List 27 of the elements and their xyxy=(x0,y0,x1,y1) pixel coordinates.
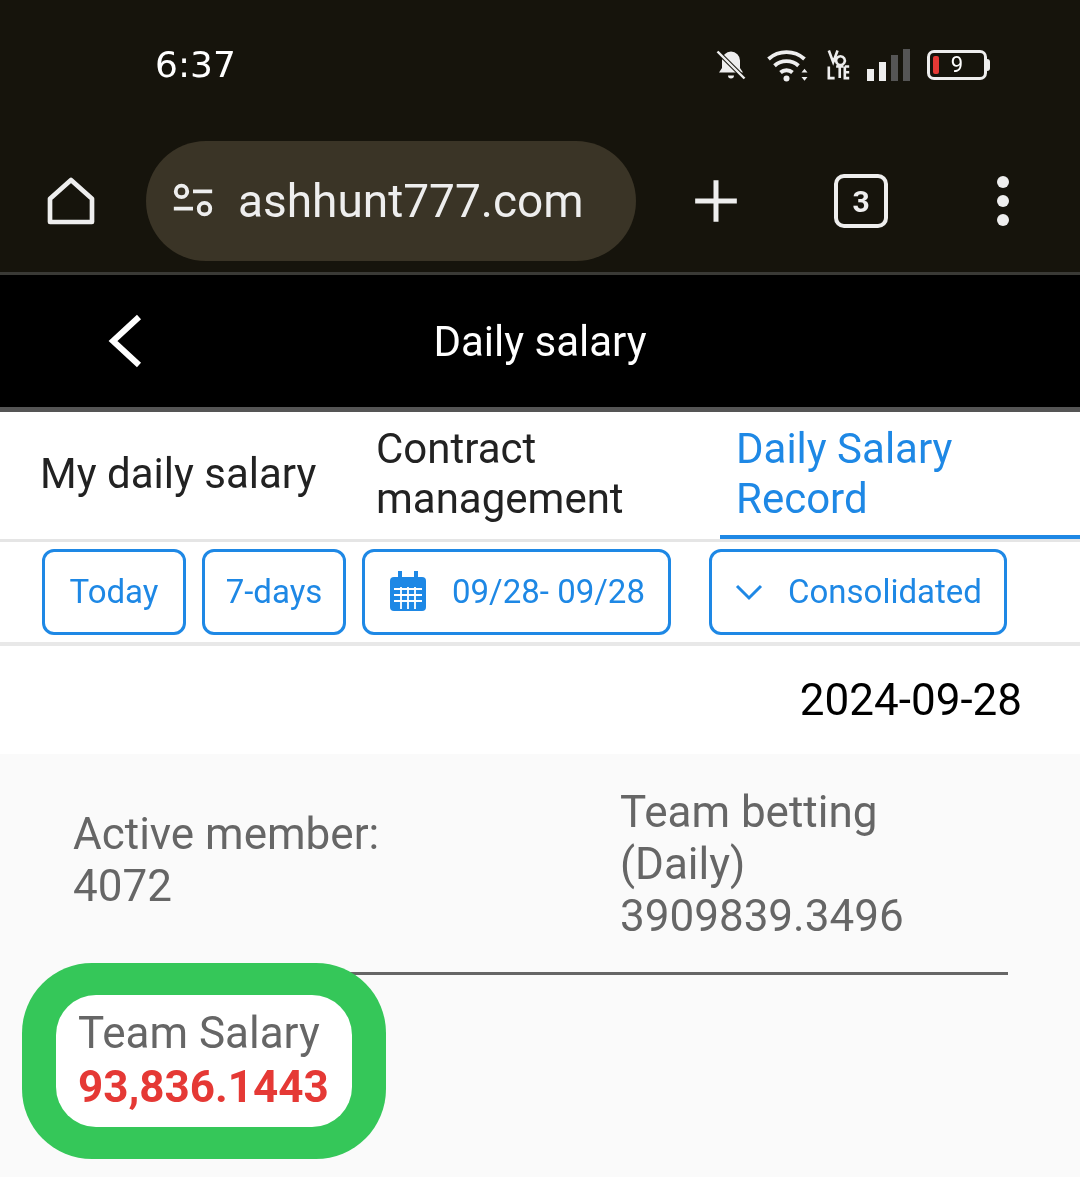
volte-icon xyxy=(827,49,851,81)
active-member-value: 4072 xyxy=(73,860,173,912)
team-salary-value: 93,836.1443 xyxy=(78,1060,330,1115)
battery-fill xyxy=(933,56,939,74)
bell-muted-icon xyxy=(713,47,749,83)
signal-icon xyxy=(867,49,911,81)
active-member-label: Active member: xyxy=(73,808,381,860)
back-icon xyxy=(107,313,143,369)
team-betting-value: 3909839.3496 xyxy=(620,890,905,942)
tab[interactable]: My daily salary xyxy=(0,412,360,539)
filter-button[interactable]: 09/28- 09/28 xyxy=(362,549,671,635)
filter-button[interactable]: 7-days xyxy=(202,549,346,635)
url-text: ashhunt777.com xyxy=(238,172,584,230)
chevron-down-icon xyxy=(734,583,765,601)
record-date: 2024-09-28 xyxy=(799,673,1022,728)
filter-button[interactable]: Today xyxy=(42,549,186,635)
filter-button[interactable]: Consolidated xyxy=(709,549,1007,635)
address-bar[interactable]: ashhunt777.com xyxy=(146,141,636,261)
tab[interactable]: Contract management xyxy=(360,412,720,539)
more-icon xyxy=(995,175,1011,227)
status-time: 6:37 xyxy=(155,43,236,87)
page-title: Daily salary xyxy=(433,315,647,368)
team-betting-label: Team betting (Daily) xyxy=(620,786,879,890)
battery-level: 9 xyxy=(950,54,964,76)
team-salary-label: Team Salary xyxy=(78,1007,321,1059)
tab-count-button[interactable]: 3 xyxy=(834,174,888,228)
calendar-icon xyxy=(388,571,429,613)
